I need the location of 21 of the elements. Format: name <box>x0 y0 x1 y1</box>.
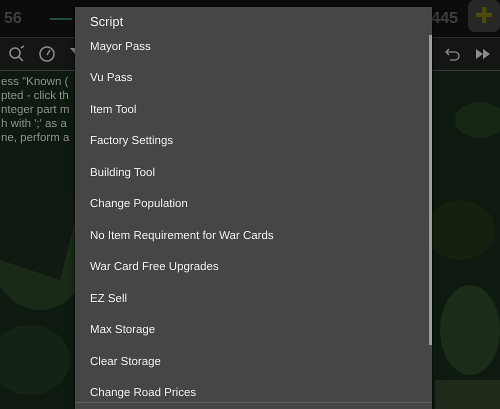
menu-item[interactable]: Max Storage <box>75 314 432 346</box>
menu-item[interactable]: War Card Free Upgrades <box>75 252 432 283</box>
menu-item[interactable]: Change Population <box>75 188 432 220</box>
menu-item[interactable]: Factory Settings <box>75 126 432 157</box>
menu-item[interactable]: Building Tool <box>75 157 432 188</box>
menu-item[interactable]: Clear Storage <box>75 346 432 378</box>
text-line: ne, perform a <box>1 131 70 145</box>
text-line: nteger part m <box>1 103 70 117</box>
menu-item[interactable]: Change Road Prices <box>75 378 432 409</box>
menu-item[interactable]: Mayor Pass <box>75 31 432 62</box>
menu-title: Script <box>89 13 124 31</box>
text-line: pted - click th <box>1 89 69 103</box>
search-icon[interactable] <box>8 45 26 63</box>
scrollbar[interactable] <box>429 35 432 345</box>
gauge-icon[interactable] <box>38 45 56 63</box>
menu-item[interactable]: No Item Requirement for War Cards <box>75 220 432 252</box>
menu-item[interactable]: EZ Sell <box>75 283 432 314</box>
text-line: ess "Known ( <box>1 75 68 89</box>
menu-item[interactable]: Vu Pass <box>75 62 432 94</box>
text-line: h with ';' as a <box>1 117 67 131</box>
menu-item[interactable]: Item Tool <box>75 94 432 126</box>
